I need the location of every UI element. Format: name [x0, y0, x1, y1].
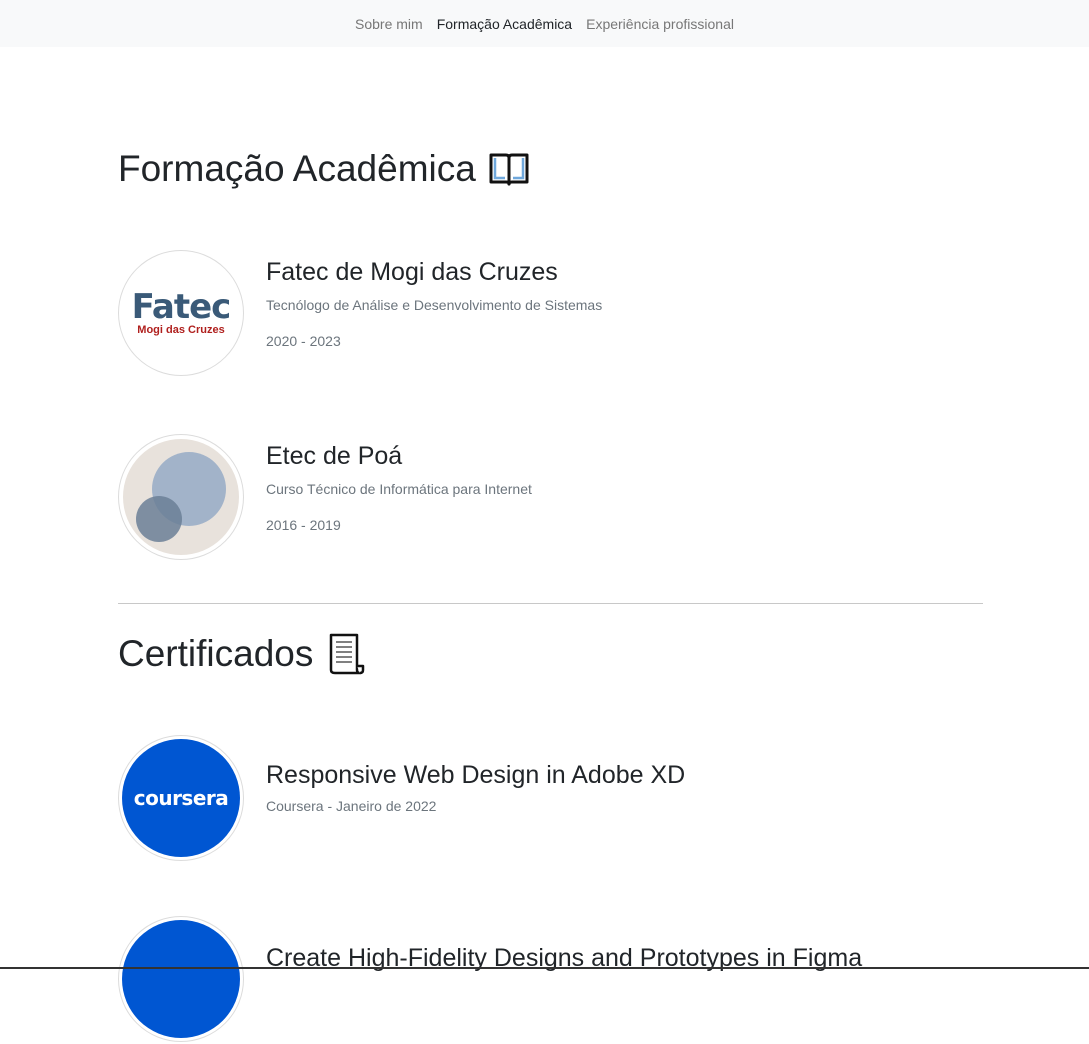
coursera-logo: [118, 916, 244, 1042]
etec-logo: [118, 434, 244, 560]
formacao-item-etec: Etec de Poá Curso Técnico de Informática…: [118, 434, 988, 562]
item-title: Responsive Web Design in Adobe XD: [266, 761, 686, 789]
item-title: Etec de Poá: [266, 442, 403, 470]
certificados-section-title: Certificados: [118, 632, 365, 676]
certificado-item-figma: Create High-Fidelity Designs and Prototy…: [118, 916, 988, 1044]
fatec-logo: Fatec Mogi das Cruzes: [118, 250, 244, 376]
item-years: 2016 - 2019: [266, 517, 341, 533]
item-years: 2020 - 2023: [266, 333, 341, 349]
formacao-item-fatec: Fatec Mogi das Cruzes Fatec de Mogi das …: [118, 250, 988, 378]
nav-link-formacao-academica[interactable]: Formação Acadêmica: [437, 16, 572, 32]
section-divider: [118, 603, 983, 604]
scroll-icon: [325, 632, 365, 676]
item-title: Fatec de Mogi das Cruzes: [266, 258, 558, 286]
item-subtitle: Tecnólogo de Análise e Desenvolvimento d…: [266, 297, 603, 313]
fatec-logo-subtext: Mogi das Cruzes: [137, 324, 225, 336]
item-subtitle: Coursera - Janeiro de 2022: [266, 798, 437, 814]
open-book-icon: [488, 151, 530, 187]
formacao-title-text: Formação Acadêmica: [118, 148, 476, 189]
fatec-logo-text: Fatec: [131, 287, 232, 327]
certificados-title-text: Certificados: [118, 633, 314, 674]
coursera-logo: coursera: [118, 735, 244, 861]
coursera-logo-text: coursera: [133, 786, 229, 810]
top-navbar: Sobre mim Formação Acadêmica Experiência…: [0, 0, 1089, 47]
certificado-item-responsive-web-design: coursera Responsive Web Design in Adobe …: [118, 735, 988, 863]
item-subtitle: Curso Técnico de Informática para Intern…: [266, 481, 532, 497]
nav-link-experiencia-profissional[interactable]: Experiência profissional: [586, 16, 734, 32]
formacao-section-title: Formação Acadêmica: [118, 148, 530, 190]
etec-logo-graphic: [123, 439, 239, 555]
nav-link-sobre-mim[interactable]: Sobre mim: [355, 16, 423, 32]
